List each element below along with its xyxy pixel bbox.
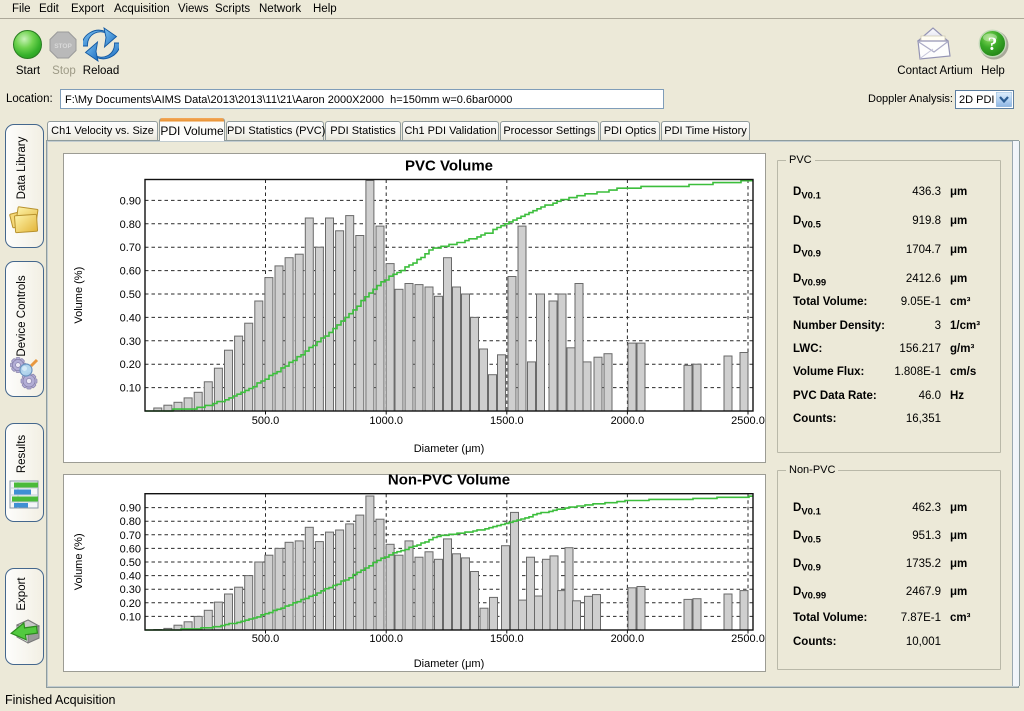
svg-text:2000.0: 2000.0	[611, 415, 645, 427]
svg-text:1000.0: 1000.0	[369, 633, 403, 645]
svg-text:0.30: 0.30	[120, 336, 141, 348]
svg-text:Volume (%): Volume (%)	[73, 533, 85, 590]
svg-text:STOP: STOP	[54, 43, 72, 50]
svg-text:0.10: 0.10	[120, 611, 141, 623]
svg-text:500.0: 500.0	[252, 633, 280, 645]
svg-text:?: ?	[988, 34, 998, 55]
svg-text:0.60: 0.60	[120, 266, 141, 278]
svg-text:0.90: 0.90	[120, 195, 141, 207]
svg-text:0.70: 0.70	[120, 530, 141, 542]
svg-text:0.60: 0.60	[120, 543, 141, 555]
svg-text:2500.0: 2500.0	[731, 415, 765, 427]
svg-text:0.70: 0.70	[120, 242, 141, 254]
svg-text:0.40: 0.40	[120, 571, 141, 583]
svg-text:0.50: 0.50	[120, 557, 141, 569]
svg-text:2500.0: 2500.0	[731, 633, 765, 645]
svg-text:0.90: 0.90	[120, 503, 141, 515]
svg-text:PVC Volume: PVC Volume	[405, 158, 493, 175]
svg-text:500.0: 500.0	[252, 415, 280, 427]
svg-text:0.80: 0.80	[120, 516, 141, 528]
svg-text:0.10: 0.10	[120, 383, 141, 395]
svg-text:Diameter (μm): Diameter (μm)	[414, 443, 485, 455]
svg-text:0.40: 0.40	[120, 312, 141, 324]
svg-text:0.30: 0.30	[120, 584, 141, 596]
svg-text:0.80: 0.80	[120, 219, 141, 231]
svg-text:1000.0: 1000.0	[369, 415, 403, 427]
svg-text:Volume (%): Volume (%)	[73, 267, 85, 324]
svg-text:Diameter (μm): Diameter (μm)	[414, 658, 485, 670]
svg-text:1500.0: 1500.0	[490, 415, 524, 427]
svg-text:0.20: 0.20	[120, 598, 141, 610]
svg-text:0.20: 0.20	[120, 359, 141, 371]
svg-text:0.50: 0.50	[120, 289, 141, 301]
svg-text:2000.0: 2000.0	[611, 633, 645, 645]
svg-text:1500.0: 1500.0	[490, 633, 524, 645]
svg-text:Non-PVC Volume: Non-PVC Volume	[388, 474, 510, 489]
